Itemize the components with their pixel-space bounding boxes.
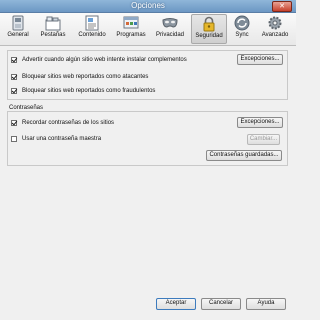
block-attack-checkbox[interactable] (11, 74, 17, 80)
block-forgery-checkbox[interactable] (11, 88, 17, 94)
cancel-button[interactable]: Cancelar (201, 298, 241, 310)
tab-privacy[interactable]: Privacidad (152, 14, 188, 44)
sync-icon (234, 15, 250, 31)
lock-icon (203, 16, 215, 32)
mask-icon (162, 18, 178, 28)
change-master-password-button[interactable]: Cambiar... (247, 134, 280, 145)
title-bar: Opciones ✕ (0, 0, 296, 13)
exceptions-addons-button[interactable]: Excepciones... (237, 54, 283, 65)
tabs-icon (45, 16, 61, 31)
tab-applications[interactable]: Programas (113, 14, 149, 44)
block-attack-label: Bloquear sitios web reportados como atac… (22, 74, 149, 80)
master-password-label: Usar una contraseña maestra (22, 136, 102, 142)
remember-passwords-row[interactable]: Recordar contraseñas de los sitios (11, 120, 114, 126)
gear-icon (268, 16, 282, 30)
window-title: Opciones (131, 1, 165, 10)
warn-addons-row[interactable]: Advertir cuando algún sitio web intente … (11, 57, 187, 63)
exceptions-passwords-button[interactable]: Excepciones... (237, 117, 283, 128)
tab-tabs-label: Pestañas (40, 32, 66, 38)
remember-passwords-checkbox[interactable] (11, 120, 17, 126)
tab-security-label: Seguridad (195, 33, 223, 39)
close-button[interactable]: ✕ (272, 1, 292, 12)
tab-content-label: Contenido (78, 32, 106, 38)
remember-passwords-label: Recordar contraseñas de los sitios (22, 120, 115, 126)
tab-tabs[interactable]: Pestañas (36, 14, 70, 44)
tab-security[interactable]: Seguridad (191, 14, 227, 44)
warn-addons-checkbox[interactable] (11, 57, 17, 63)
warn-addons-label: Advertir cuando algún sitio web intente … (22, 57, 187, 63)
switch-icon (12, 15, 24, 31)
block-forgery-row[interactable]: Bloquear sitios web reportados como frau… (11, 88, 155, 94)
tab-sync[interactable]: Sync (230, 14, 254, 44)
block-attack-row[interactable]: Bloquear sitios web reportados como atac… (11, 74, 148, 80)
tab-applications-label: Programas (116, 32, 146, 38)
tab-privacy-label: Privacidad (155, 32, 184, 38)
help-button[interactable]: Ayuda (246, 298, 286, 310)
tab-advanced-label: Avanzado (261, 32, 289, 38)
tab-content[interactable]: Contenido (74, 14, 110, 44)
master-password-row[interactable]: Usar una contraseña maestra (11, 136, 101, 142)
content-icon (85, 15, 99, 31)
preferences-toolbar: General Pestañas Contenido Programas Pri… (0, 13, 296, 46)
tab-general[interactable]: General (3, 14, 33, 44)
tab-advanced[interactable]: Avanzado (257, 14, 293, 44)
saved-passwords-button[interactable]: Contraseñas guardadas... (206, 150, 282, 161)
block-forgery-label: Bloquear sitios web reportados como frau… (22, 88, 156, 94)
tab-sync-label: Sync (235, 32, 249, 38)
accept-button[interactable]: Aceptar (156, 298, 196, 310)
applications-icon (123, 16, 139, 29)
tab-general-label: General (7, 32, 29, 38)
master-password-checkbox[interactable] (11, 136, 17, 142)
